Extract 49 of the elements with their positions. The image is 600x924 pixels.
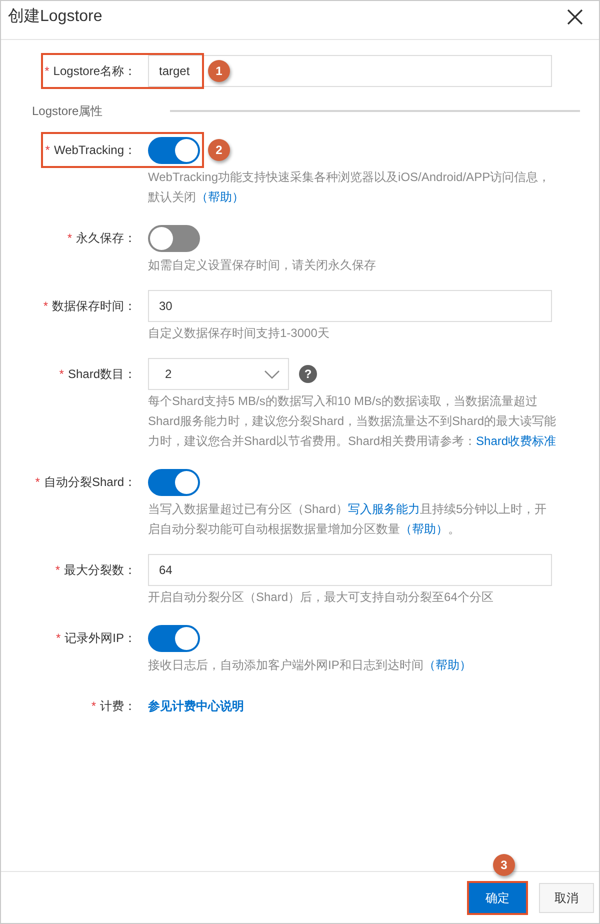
required-asterisk: * — [55, 563, 60, 577]
help-link[interactable]: 写入服务能力 — [348, 502, 420, 516]
help-link[interactable]: （帮助） — [423, 658, 472, 672]
step-badge: 3 — [493, 854, 515, 876]
section-title: Logstore属性 — [31, 102, 103, 120]
select-field[interactable]: 2 — [148, 358, 289, 390]
step-badge: 2 — [208, 139, 230, 161]
help-icon[interactable]: ? — [299, 365, 317, 383]
toggle-switch[interactable] — [148, 136, 200, 164]
field-label: WebTracking： — [54, 143, 136, 157]
toggle-switch[interactable] — [148, 224, 200, 252]
help-link[interactable]: （帮助） — [400, 522, 448, 536]
close-icon — [567, 9, 583, 25]
required-asterisk: * — [59, 367, 64, 381]
required-asterisk: * — [45, 143, 50, 157]
help-link[interactable]: Shard收费标准 — [476, 434, 556, 448]
required-asterisk: * — [56, 631, 61, 645]
cancel-button[interactable]: 取消 — [539, 882, 594, 912]
toggle-switch[interactable] — [148, 468, 200, 496]
required-asterisk: * — [43, 299, 48, 313]
field-label: 数据保存时间： — [52, 299, 136, 313]
field-label: 计费： — [100, 699, 136, 713]
field-label: 自动分裂Shard： — [44, 475, 136, 489]
close-button[interactable] — [567, 9, 583, 25]
input-field[interactable]: 64 — [148, 554, 552, 586]
help-text: 自定义数据保存时间支持1-3000天 — [148, 325, 330, 342]
field-label: 最大分裂数： — [64, 563, 136, 577]
billing-link[interactable]: 参见计费中心说明 — [148, 697, 244, 715]
input-field[interactable]: 30 — [148, 290, 552, 322]
field-label: 永久保存： — [76, 231, 136, 245]
required-asterisk: * — [44, 64, 50, 78]
help-text: 每个Shard支持5 MB/s的数据写入和10 MB/s的数据读取，当数据流量超过Shard服务能力时，建议您分裂Shard，当数据流量达不到Shard的最大读写能力时，建议您合并Shard以节省费用。Shard相关费用请参考：Shard收费标准 — [148, 393, 558, 450]
confirm-button[interactable]: 确定 — [469, 882, 526, 912]
dialog-title: 创建Logstore — [8, 7, 102, 27]
field-label: Shard数目： — [68, 367, 136, 381]
help-text: 接收日志后，自动添加客户端外网IP和日志到达时间（帮助） — [148, 657, 472, 674]
chevron-down-icon — [264, 370, 280, 378]
required-asterisk: * — [67, 231, 72, 245]
help-text: 当写入数据量超过已有分区（Shard）写入服务能力且持续5分钟以上时，开启自动分裂功能可自动根据数据量增加分区数量（帮助）。 — [148, 501, 548, 538]
highlight-frame — [467, 880, 528, 914]
help-link[interactable]: （帮助） — [196, 190, 244, 204]
field-label: Logstore名称： — [53, 64, 136, 78]
help-text: 开启自动分裂分区（Shard）后，最大可支持自动分裂至64个分区 — [148, 589, 494, 606]
toggle-switch[interactable] — [148, 624, 200, 652]
help-text: 如需自定义设置保存时间，请关闭永久保存 — [148, 257, 377, 274]
required-asterisk: * — [91, 699, 96, 713]
required-asterisk: * — [35, 475, 40, 489]
field-label: 记录外网IP： — [64, 631, 136, 645]
help-text: WebTracking功能支持快速采集各种浏览器以及iOS/Android/APP访问信息，默认关闭（帮助） — [148, 169, 552, 206]
